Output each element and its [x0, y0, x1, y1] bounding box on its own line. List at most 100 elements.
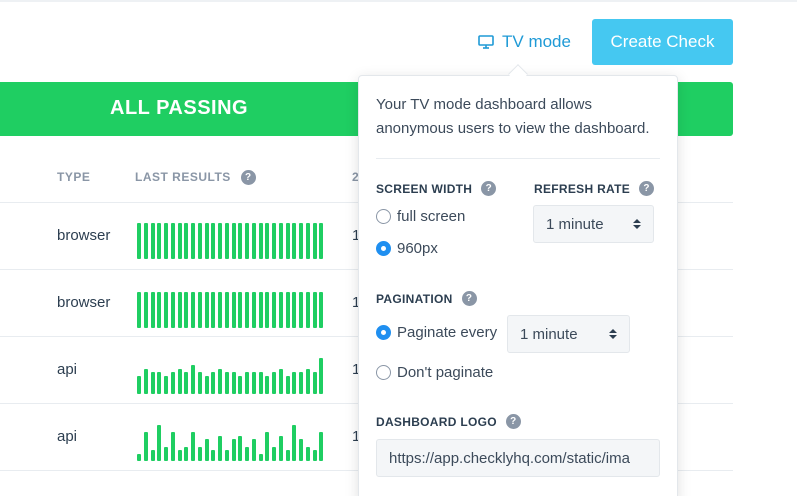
result-bar[interactable]	[251, 223, 256, 259]
result-bar[interactable]	[197, 372, 202, 394]
result-bar[interactable]	[218, 223, 222, 259]
result-bar[interactable]	[204, 223, 209, 259]
result-bar[interactable]	[177, 223, 182, 259]
result-bar[interactable]	[312, 450, 317, 461]
result-bar[interactable]	[204, 292, 209, 328]
result-bar[interactable]	[157, 425, 162, 461]
result-bar[interactable]	[265, 432, 270, 461]
result-bar[interactable]	[299, 223, 303, 259]
result-bar[interactable]	[170, 223, 175, 259]
result-bar[interactable]	[265, 292, 270, 328]
result-bar[interactable]	[197, 223, 202, 259]
result-bar[interactable]	[312, 292, 317, 328]
tv-mode-label[interactable]: TV mode	[502, 32, 571, 52]
dashboard-logo-input[interactable]	[376, 439, 660, 477]
help-icon[interactable]: ?	[639, 181, 655, 196]
result-bar[interactable]	[238, 223, 243, 259]
result-bar[interactable]	[211, 450, 216, 461]
result-bar[interactable]	[319, 292, 324, 328]
result-bar[interactable]	[224, 223, 229, 259]
result-bar[interactable]	[184, 292, 189, 328]
result-bar[interactable]	[177, 292, 182, 328]
result-bar[interactable]	[143, 223, 148, 259]
result-bar[interactable]	[231, 292, 236, 328]
result-bar[interactable]	[150, 292, 155, 328]
result-bar[interactable]	[218, 369, 222, 394]
result-bar[interactable]	[285, 292, 290, 328]
result-bar[interactable]	[191, 223, 195, 259]
result-bar[interactable]	[245, 292, 249, 328]
help-icon[interactable]: ?	[240, 170, 256, 186]
result-bar[interactable]	[164, 292, 168, 328]
result-bar[interactable]	[292, 292, 297, 328]
result-bar[interactable]	[218, 436, 222, 461]
result-bar[interactable]	[245, 447, 249, 461]
result-bar[interactable]	[245, 223, 249, 259]
result-bar[interactable]	[191, 432, 195, 461]
result-bar[interactable]	[184, 223, 189, 259]
radio-full-screen[interactable]: full screen	[376, 208, 465, 225]
result-bar[interactable]	[272, 447, 276, 461]
result-bar[interactable]	[258, 454, 263, 461]
result-bar[interactable]	[224, 292, 229, 328]
create-check-button[interactable]: Create Check	[592, 19, 733, 65]
result-bar[interactable]	[251, 372, 256, 394]
result-bar[interactable]	[238, 436, 243, 461]
result-bar[interactable]	[170, 292, 175, 328]
result-bar[interactable]	[319, 223, 324, 259]
result-bar[interactable]	[164, 223, 168, 259]
result-bar[interactable]	[204, 439, 209, 461]
result-bar[interactable]	[184, 447, 189, 461]
result-bar[interactable]	[292, 425, 297, 461]
result-bar[interactable]	[272, 223, 276, 259]
result-bar[interactable]	[292, 372, 297, 394]
result-bar[interactable]	[224, 450, 229, 461]
radio-button-selected[interactable]	[376, 241, 391, 256]
result-bar[interactable]	[265, 223, 270, 259]
result-bar[interactable]	[251, 292, 256, 328]
result-bar[interactable]	[299, 372, 303, 394]
result-bar[interactable]	[278, 436, 283, 461]
result-bar[interactable]	[157, 292, 162, 328]
result-bar[interactable]	[150, 450, 155, 461]
result-bar[interactable]	[278, 292, 283, 328]
result-bar[interactable]	[137, 292, 141, 328]
result-bar[interactable]	[251, 439, 256, 461]
result-bar[interactable]	[211, 372, 216, 394]
result-bar[interactable]	[299, 292, 303, 328]
result-bar[interactable]	[170, 372, 175, 394]
result-bar[interactable]	[305, 447, 310, 461]
refresh-rate-select[interactable]: 1 minute	[533, 205, 654, 243]
result-bar[interactable]	[157, 223, 162, 259]
radio-button[interactable]	[376, 209, 391, 224]
result-bar[interactable]	[157, 372, 162, 394]
result-bar[interactable]	[170, 432, 175, 461]
result-bar[interactable]	[177, 369, 182, 394]
result-bar[interactable]	[272, 372, 276, 394]
result-bar[interactable]	[184, 372, 189, 394]
result-bar[interactable]	[258, 223, 263, 259]
result-bar[interactable]	[137, 376, 141, 394]
result-bar[interactable]	[319, 432, 324, 461]
result-bar[interactable]	[312, 223, 317, 259]
result-bar[interactable]	[312, 372, 317, 394]
result-bar[interactable]	[137, 454, 141, 461]
result-bar[interactable]	[211, 292, 216, 328]
result-bar[interactable]	[231, 223, 236, 259]
result-bar[interactable]	[305, 369, 310, 394]
result-bar[interactable]	[150, 223, 155, 259]
result-bar[interactable]	[191, 292, 195, 328]
result-bar[interactable]	[191, 365, 195, 394]
result-bar[interactable]	[285, 223, 290, 259]
result-bar[interactable]	[258, 372, 263, 394]
result-bar[interactable]	[299, 439, 303, 461]
result-bar[interactable]	[197, 447, 202, 461]
radio-button[interactable]	[376, 365, 391, 380]
result-bar[interactable]	[204, 376, 209, 394]
result-bar[interactable]	[211, 223, 216, 259]
result-bar[interactable]	[285, 376, 290, 394]
result-bar[interactable]	[272, 292, 276, 328]
help-icon[interactable]: ?	[505, 414, 521, 429]
result-bar[interactable]	[278, 369, 283, 394]
result-bar[interactable]	[143, 292, 148, 328]
